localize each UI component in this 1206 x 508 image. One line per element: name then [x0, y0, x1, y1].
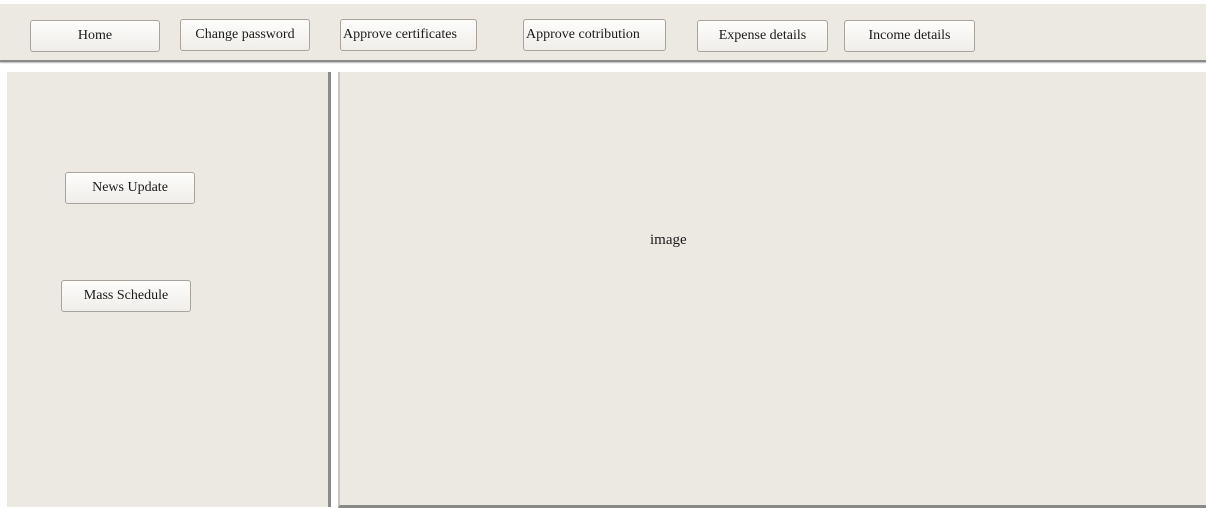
income-details-button[interactable]: Income details [844, 20, 975, 52]
home-button[interactable]: Home [30, 20, 160, 52]
top-navigation-bar: Home Change password Approve certificate… [0, 4, 1206, 62]
approve-certificates-button[interactable]: Approve certificates [340, 19, 477, 51]
mass-schedule-button[interactable]: Mass Schedule [61, 280, 191, 312]
approve-contribution-button[interactable]: Approve cotribution [523, 19, 666, 51]
sidebar-panel: News Update Mass Schedule [7, 72, 331, 507]
change-password-button[interactable]: Change password [180, 19, 310, 51]
image-placeholder-label: image [650, 232, 687, 248]
expense-details-button[interactable]: Expense details [697, 20, 828, 52]
main-content-panel: image [338, 72, 1206, 508]
news-update-button[interactable]: News Update [65, 172, 195, 204]
